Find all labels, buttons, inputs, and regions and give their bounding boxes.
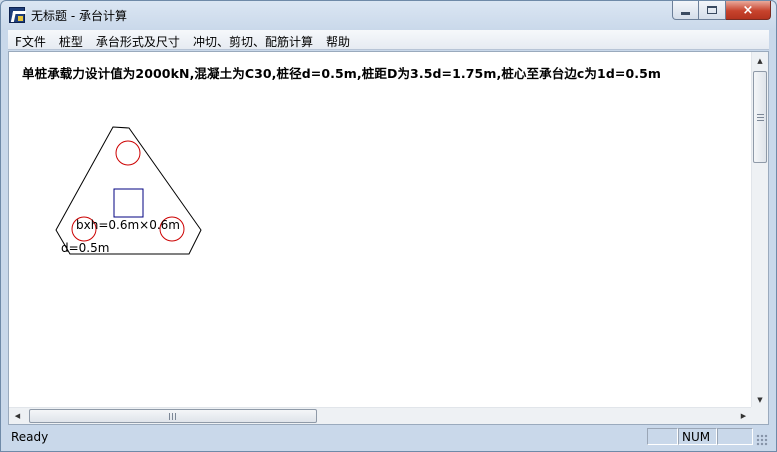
scroll-down-icon[interactable]: ▼ — [752, 391, 768, 408]
resize-grip-icon[interactable] — [756, 434, 768, 446]
menu-help[interactable]: 帮助 — [319, 30, 356, 49]
status-pane-3 — [717, 428, 753, 445]
status-pane-num: NUM — [678, 428, 717, 445]
maximize-button[interactable] — [699, 1, 726, 20]
scroll-left-icon[interactable]: ◀ — [9, 408, 26, 424]
document-view[interactable]: 单桩承载力设计值为2000kN,混凝土为C30,桩径d=0.5m,桩距D为3.5… — [8, 51, 769, 425]
column-section — [113, 188, 144, 218]
menu-bar: F文件 桩型 承台形式及尺寸 冲切、剪切、配筋计算 帮助 — [8, 30, 769, 50]
vertical-scrollbar[interactable]: ▲ ▼ — [751, 52, 768, 408]
title-bar[interactable]: 无标题 - 承台计算 × — [1, 1, 776, 30]
pile-cap-outline — [55, 126, 202, 255]
close-button[interactable]: × — [726, 1, 771, 20]
close-icon: × — [742, 2, 754, 18]
scrollbar-corner — [751, 407, 768, 424]
horizontal-scrollbar[interactable]: ◀ ▶ — [9, 407, 752, 424]
window-title: 无标题 - 承台计算 — [31, 9, 127, 23]
maximize-icon — [707, 6, 717, 14]
minimize-icon — [681, 11, 690, 15]
status-bar: Ready NUM — [8, 427, 769, 447]
horizontal-scroll-thumb[interactable] — [29, 409, 317, 423]
pile-top — [115, 140, 141, 166]
status-pane-1 — [647, 428, 678, 445]
menu-file[interactable]: F文件 — [8, 30, 52, 49]
menu-cap-shape[interactable]: 承台形式及尺寸 — [89, 30, 186, 49]
minimize-button[interactable] — [672, 1, 699, 20]
app-icon[interactable] — [9, 7, 25, 23]
menu-pile-type[interactable]: 桩型 — [52, 30, 89, 49]
scroll-up-icon[interactable]: ▲ — [752, 52, 768, 69]
vertical-scroll-thumb[interactable] — [753, 71, 767, 163]
menu-calculation[interactable]: 冲切、剪切、配筋计算 — [186, 30, 319, 49]
status-text: Ready — [11, 430, 49, 444]
window-controls: × — [672, 1, 771, 21]
scroll-right-icon[interactable]: ▶ — [735, 408, 752, 424]
app-window: 无标题 - 承台计算 × F文件 桩型 承台形式及尺寸 冲切、剪切、配筋计算 帮… — [0, 0, 777, 452]
column-size-label: bxh=0.6m×0.6m — [76, 218, 180, 232]
pile-diameter-label: d=0.5m — [61, 241, 110, 255]
